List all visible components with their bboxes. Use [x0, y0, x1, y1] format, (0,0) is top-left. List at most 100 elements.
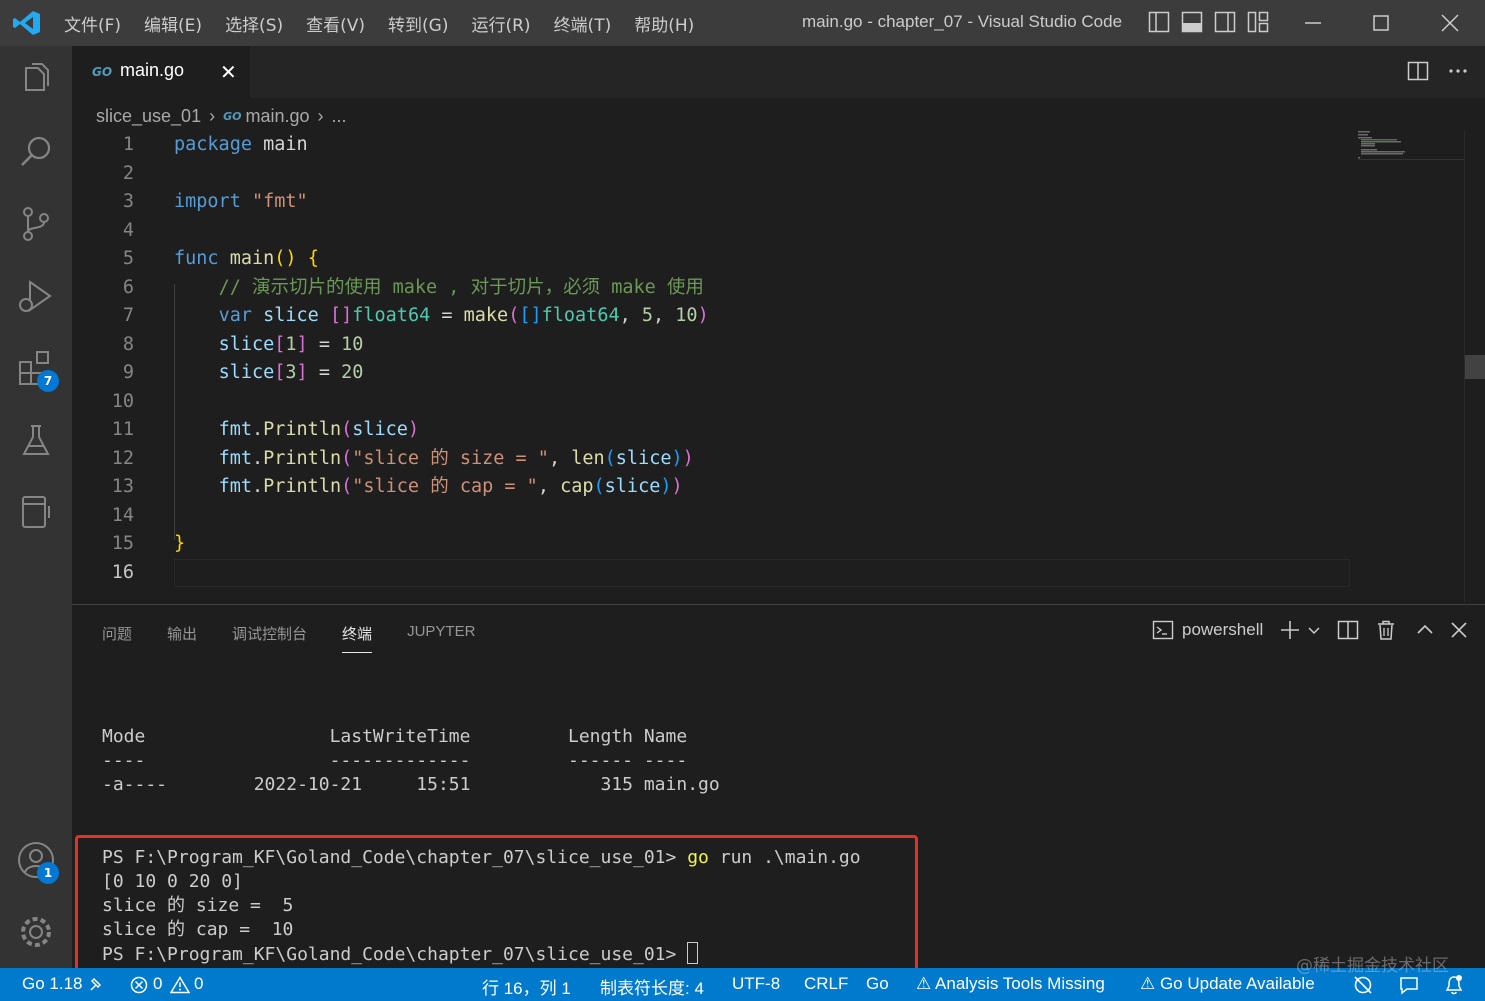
- code-line: 1 package main: [122, 134, 308, 155]
- pin-icon[interactable]: [88, 975, 104, 993]
- remote-explorer-icon[interactable]: [16, 492, 56, 532]
- menu-selection[interactable]: 选择(S): [225, 11, 283, 36]
- tab-close-icon[interactable]: ✕: [220, 60, 237, 84]
- tab-main-go[interactable]: GO main.go ✕: [72, 46, 250, 98]
- close-window-icon[interactable]: [1437, 10, 1463, 36]
- status-error-count[interactable]: 0: [153, 974, 162, 994]
- code-line: 15}: [111, 533, 186, 554]
- menu-run[interactable]: 运行(R): [471, 11, 530, 36]
- code-line: 12 fmt.Println("slice 的 size = ", len(sl…: [111, 447, 694, 469]
- menu-terminal[interactable]: 终端(T): [554, 11, 612, 36]
- activity-bar: 7 1: [0, 46, 72, 968]
- split-editor-icon[interactable]: [1407, 60, 1429, 82]
- tab-label: main.go: [120, 60, 185, 80]
- editor-scrollbar[interactable]: [1464, 131, 1485, 603]
- go-file-icon: GO: [92, 65, 113, 79]
- status-eol[interactable]: CRLF: [804, 974, 848, 994]
- status-bar: Go 1.18 0 0 行 16，列 1 制表符长度: 4 UTF-8 CRLF…: [0, 968, 1485, 1001]
- status-go-version[interactable]: Go 1.18: [22, 974, 83, 994]
- status-go-update[interactable]: ⚠ Go Update Available: [1140, 974, 1315, 994]
- editor-tab-bar: GO main.go ✕: [72, 46, 1485, 98]
- status-tab-size[interactable]: 制表符长度: 4: [600, 974, 704, 999]
- code-line: 3 import "fmt": [122, 191, 308, 212]
- minimap[interactable]: [1358, 131, 1464, 161]
- status-language[interactable]: Go: [866, 974, 889, 994]
- code-line: 10: [111, 390, 134, 412]
- code-line: 11 fmt.Println(slice): [111, 419, 420, 440]
- terminal-actions: powershell: [1152, 619, 1469, 641]
- warning-icon[interactable]: [170, 976, 190, 994]
- terminal-icon: [1152, 619, 1174, 641]
- title-bar: 文件(F) 编辑(E) 选择(S) 查看(V) 转到(G) 运行(R) 终端(T…: [0, 0, 1485, 46]
- menu-file[interactable]: 文件(F): [64, 11, 121, 36]
- toggle-primary-sidebar-icon[interactable]: [1148, 11, 1170, 33]
- error-icon[interactable]: [130, 976, 148, 994]
- tab-jupyter[interactable]: JUPYTER: [407, 623, 475, 653]
- watermark: @稀土掘金技术社区: [1296, 956, 1449, 976]
- testing-icon[interactable]: [16, 420, 56, 460]
- split-terminal-icon[interactable]: [1337, 619, 1359, 641]
- code-editor[interactable]: 1 package main 2 3 import "fmt" 4 5 func ma…: [72, 131, 1485, 603]
- code-line: 5 func main() {: [122, 248, 319, 269]
- source-control-icon[interactable]: [16, 204, 56, 244]
- annotation-highlight-box: [75, 835, 918, 981]
- status-analysis-tools[interactable]: ⚠ Analysis Tools Missing: [916, 974, 1105, 994]
- status-warning-count[interactable]: 0: [194, 974, 203, 994]
- menu-help[interactable]: 帮助(H): [634, 11, 694, 36]
- status-encoding[interactable]: UTF-8: [732, 974, 780, 994]
- code-line: 6 // 演示切片的使用 make , 对于切片，必须 make 使用: [122, 276, 704, 298]
- new-terminal-icon[interactable]: [1279, 619, 1301, 641]
- code-comment: // 演示切片的使用 make , 对于切片，必须 make 使用: [218, 276, 704, 298]
- extensions-badge: 7: [37, 370, 59, 392]
- tab-output[interactable]: 输出: [167, 623, 197, 653]
- menu-view[interactable]: 查看(V): [306, 11, 365, 36]
- settings-gear-icon[interactable]: [16, 912, 56, 952]
- editor-actions: [1407, 60, 1469, 82]
- breadcrumb-file[interactable]: main.go: [245, 106, 309, 127]
- maximize-panel-icon[interactable]: [1415, 619, 1435, 641]
- close-panel-icon[interactable]: [1449, 619, 1469, 641]
- terminal-output-dashes: ---- ------------- ------ ----: [102, 750, 688, 771]
- scrollbar-thumb[interactable]: [1465, 355, 1485, 379]
- notifications-bell-icon[interactable]: [1444, 974, 1464, 996]
- chevron-right-icon: ›: [209, 105, 216, 126]
- window-title: main.go - chapter_07 - Visual Studio Cod…: [802, 12, 1123, 31]
- customize-layout-icon[interactable]: [1247, 11, 1269, 33]
- terminal-output-file-row: -a---- 2022-10-21 15:51 315 main.go: [102, 774, 720, 795]
- go-file-icon: GO: [223, 109, 242, 123]
- minimize-icon[interactable]: [1300, 10, 1326, 36]
- menu-bar: 文件(F) 编辑(E) 选择(S) 查看(V) 转到(G) 运行(R) 终端(T…: [64, 0, 717, 46]
- toggle-panel-icon[interactable]: [1181, 11, 1203, 33]
- panel-tabs: 问题 输出 调试控制台 终端 JUPYTER: [102, 623, 510, 653]
- code-line: 14: [111, 504, 134, 526]
- explorer-icon[interactable]: [16, 60, 56, 100]
- status-cursor-position[interactable]: 行 16，列 1: [482, 974, 571, 999]
- chevron-down-icon[interactable]: [1307, 619, 1321, 641]
- code-line: 13 fmt.Println("slice 的 cap = ", cap(sli…: [111, 476, 683, 497]
- layout-controls: [1148, 11, 1280, 33]
- breadcrumb-folder[interactable]: slice_use_01: [96, 106, 201, 127]
- more-actions-icon[interactable]: [1447, 60, 1469, 82]
- breadcrumb: slice_use_01 › GO main.go › ...: [96, 103, 347, 129]
- terminal-shell-label[interactable]: powershell: [1182, 620, 1263, 640]
- tab-terminal[interactable]: 终端: [342, 623, 373, 653]
- current-line-highlight: [174, 559, 1350, 587]
- toggle-secondary-sidebar-icon[interactable]: [1214, 11, 1236, 33]
- no-sync-icon[interactable]: [1352, 975, 1374, 995]
- terminal-output-header: Mode LastWriteTime Length Name: [102, 726, 688, 747]
- code-line: 8 slice[1] = 10: [122, 333, 364, 355]
- tab-debug-console[interactable]: 调试控制台: [232, 623, 307, 653]
- trash-icon[interactable]: [1375, 619, 1397, 641]
- menu-go[interactable]: 转到(G): [388, 11, 448, 36]
- accounts-badge: 1: [37, 862, 59, 884]
- feedback-icon[interactable]: [1398, 975, 1420, 995]
- menu-edit[interactable]: 编辑(E): [144, 11, 202, 36]
- indent-guide: [174, 284, 175, 540]
- code-line: 7 var slice []float64 = make([]float64, …: [122, 305, 709, 326]
- breadcrumb-more[interactable]: ...: [332, 106, 347, 127]
- search-icon[interactable]: [16, 132, 56, 172]
- maximize-icon[interactable]: [1368, 10, 1394, 36]
- vscode-logo-icon: [12, 9, 42, 37]
- tab-problems[interactable]: 问题: [102, 623, 132, 653]
- run-debug-icon[interactable]: [16, 276, 56, 316]
